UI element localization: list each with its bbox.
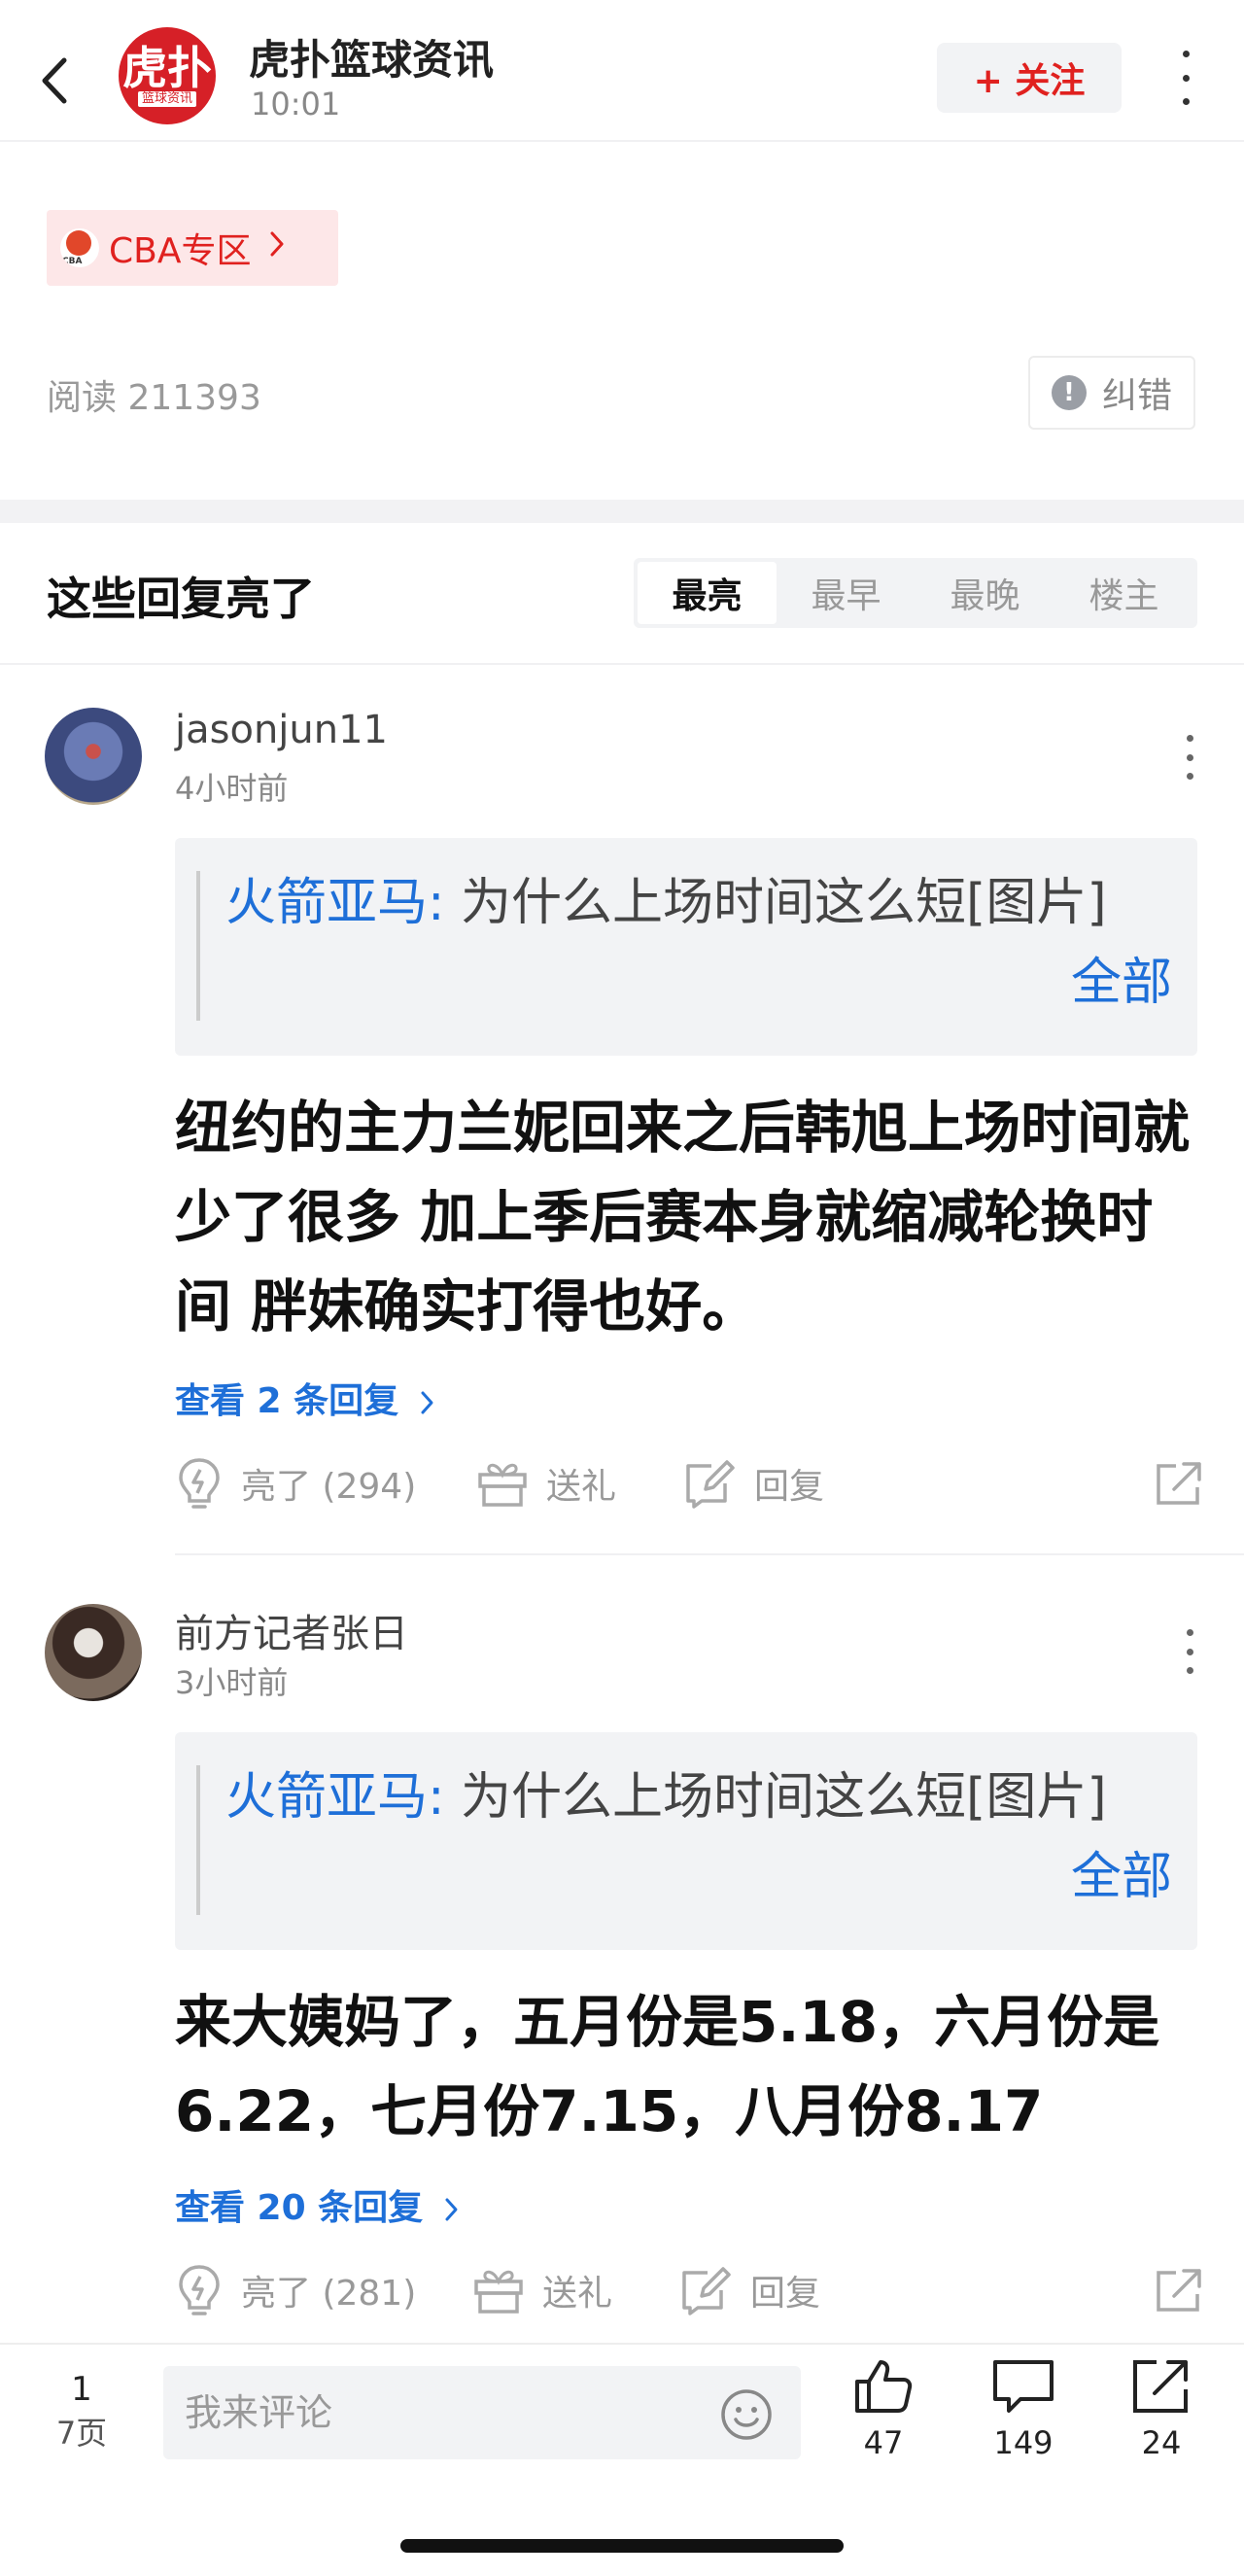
home-indicator[interactable]	[400, 2539, 844, 2553]
reply-button[interactable]: 回复	[682, 1454, 824, 1513]
view-replies-link[interactable]: 查看 2 条回复	[175, 1373, 436, 1423]
edit-reply-icon	[682, 2267, 731, 2315]
light-count: 亮了 (294)	[241, 1467, 417, 1507]
logo-text: 虎扑	[122, 42, 212, 94]
share-count: 24	[1141, 2424, 1182, 2461]
quote-author[interactable]: 火箭亚马:	[225, 874, 445, 932]
comment-body: 纽约的主力兰妮回来之后韩旭上场时间就少了很多 加上季后赛本身就缩减轮换时间 胖妹…	[175, 1095, 1191, 1340]
top-bar: 虎扑 篮球资讯 虎扑篮球资讯 10:01 + 关注	[0, 0, 1244, 142]
source-avatar[interactable]: 虎扑 篮球资讯	[119, 27, 216, 124]
comment-actions: 亮了 (294) 送礼 回复	[175, 1454, 1205, 1513]
post-time: 10:01	[251, 86, 341, 122]
comment-count: 149	[993, 2424, 1054, 2461]
comment-divider	[175, 1553, 1244, 1555]
comment-body: 来大姨妈了，五月份是5.18，六月份是6.22，七月份7.15，八月份8.17	[175, 1989, 1160, 2144]
avatar[interactable]	[45, 708, 142, 805]
read-count: 阅读 211393	[47, 378, 261, 418]
cba-zone-tag[interactable]: CBA CBA专区	[47, 210, 338, 286]
chevron-right-icon	[445, 2198, 458, 2221]
comment-username[interactable]: 前方记者张日	[175, 1602, 408, 1658]
gift-label: 送礼	[542, 2274, 613, 2314]
back-icon[interactable]	[35, 47, 78, 115]
chevron-right-icon	[421, 1391, 433, 1414]
page-total: 7页	[55, 2415, 108, 2452]
gift-icon	[474, 2270, 523, 2314]
more-options-icon[interactable]	[1176, 51, 1195, 105]
quoted-comment[interactable]: 火箭亚马: 为什么上场时间这么短[图片] 全部	[175, 1732, 1197, 1950]
tab-brightest[interactable]: 最亮	[638, 562, 777, 624]
reply-label: 回复	[754, 1467, 825, 1507]
follow-button[interactable]: + 关注	[937, 43, 1122, 113]
section-title: 这些回复亮了	[47, 573, 315, 625]
comment-time: 4小时前	[175, 770, 289, 807]
alert-icon: !	[1051, 375, 1087, 410]
correct-error-label: 纠错	[1101, 376, 1172, 416]
quote-author[interactable]: 火箭亚马:	[225, 1768, 445, 1827]
tab-op-only[interactable]: 楼主	[1054, 562, 1193, 624]
comment-box[interactable]	[163, 2366, 801, 2459]
cba-logo-icon: CBA	[60, 228, 99, 267]
view-replies-label: 查看 20 条回复	[175, 2188, 424, 2228]
gift-label: 送礼	[546, 1467, 617, 1507]
like-count: 47	[863, 2424, 904, 2461]
gift-button[interactable]: 送礼	[476, 1454, 616, 1513]
light-button[interactable]: 亮了 (281)	[175, 2261, 416, 2319]
quote-text: 为什么上场时间这么短[图片]	[444, 1768, 1107, 1827]
comments-button[interactable]: 149	[980, 2356, 1067, 2461]
comment-time: 3小时前	[175, 1664, 289, 1701]
quote-expand-link[interactable]: 全部	[1071, 943, 1172, 1023]
logo-subtext: 篮球资讯	[137, 91, 196, 107]
tab-earliest[interactable]: 最早	[777, 562, 916, 624]
section-divider	[0, 500, 1244, 523]
gift-icon	[478, 1463, 527, 1507]
like-button[interactable]: 47	[840, 2356, 927, 2461]
share-icon[interactable]	[1155, 1460, 1205, 1507]
gift-button[interactable]: 送礼	[472, 2261, 612, 2319]
page-current: 1	[71, 2370, 92, 2409]
quote-expand-link[interactable]: 全部	[1071, 1837, 1172, 1917]
correct-error-button[interactable]: ! 纠错	[1028, 356, 1195, 430]
sort-tabs: 最亮 最早 最晚 楼主	[634, 558, 1197, 628]
emoji-icon[interactable]	[719, 2387, 774, 2442]
comment-username[interactable]: jasonjun11	[175, 708, 388, 752]
divider	[0, 663, 1244, 665]
quote-text: 为什么上场时间这么短[图片]	[444, 874, 1107, 932]
share-button[interactable]: 24	[1118, 2356, 1205, 2461]
comment-actions: 亮了 (281) 送礼 回复	[175, 2261, 1205, 2319]
reply-label: 回复	[750, 2274, 821, 2314]
page-indicator[interactable]: 1 7页	[51, 2370, 113, 2454]
comment-more-icon[interactable]	[1180, 735, 1199, 780]
light-button[interactable]: 亮了 (294)	[175, 1454, 416, 1513]
edit-reply-icon	[686, 1460, 735, 1509]
comment-more-icon[interactable]	[1180, 1629, 1199, 1674]
comment-input[interactable]	[185, 2366, 671, 2459]
lightbulb-icon	[179, 1458, 220, 1509]
source-name[interactable]: 虎扑篮球资讯	[249, 27, 494, 87]
comment-bubble-icon	[993, 2360, 1054, 2413]
share-icon	[1133, 2360, 1188, 2413]
avatar[interactable]	[45, 1604, 142, 1701]
view-replies-link[interactable]: 查看 20 条回复	[175, 2179, 461, 2230]
share-icon[interactable]	[1155, 2267, 1205, 2314]
chevron-right-icon	[268, 228, 286, 267]
view-replies-label: 查看 2 条回复	[175, 1381, 399, 1421]
reply-button[interactable]: 回复	[678, 2261, 820, 2319]
lightbulb-icon	[179, 2265, 220, 2315]
light-count: 亮了 (281)	[241, 2274, 417, 2314]
tab-latest[interactable]: 最晚	[916, 562, 1054, 624]
quoted-comment[interactable]: 火箭亚马: 为什么上场时间这么短[图片] 全部	[175, 838, 1197, 1056]
cba-zone-label: CBA专区	[109, 231, 252, 271]
thumbs-up-icon	[855, 2360, 913, 2413]
